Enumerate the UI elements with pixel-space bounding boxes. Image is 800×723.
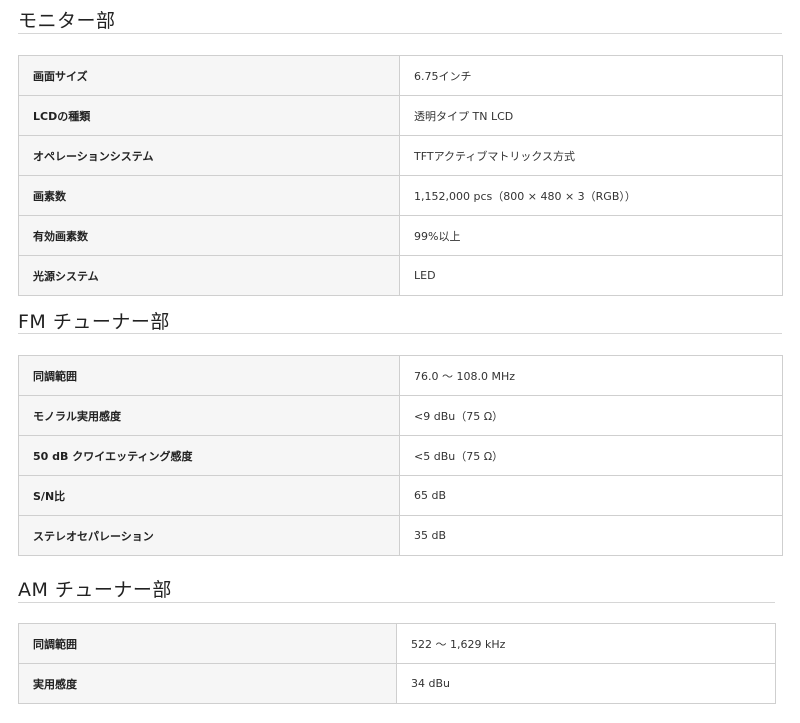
spec-label: 同調範囲 — [18, 623, 397, 664]
spec-label: LCDの種類 — [18, 95, 400, 136]
section-divider — [18, 333, 782, 334]
spec-value: <9 dBu（75 Ω） — [399, 395, 783, 436]
spec-label: 実用感度 — [18, 663, 397, 704]
spec-value: 35 dB — [399, 515, 783, 556]
spec-label: 画面サイズ — [18, 55, 400, 96]
spec-value: 65 dB — [399, 475, 783, 516]
table-row: モノラル実用感度 <9 dBu（75 Ω） — [18, 395, 783, 436]
spec-value: LED — [399, 255, 783, 296]
section-title-am-tuner: AM チューナー部 — [18, 579, 172, 601]
spec-label: 有効画素数 — [18, 215, 400, 256]
section-divider — [18, 33, 782, 34]
spec-table-monitor: 画面サイズ 6.75インチ LCDの種類 透明タイプ TN LCD オペレーショ… — [18, 55, 783, 296]
spec-value: 1,152,000 pcs（800 × 480 × 3（RGB）） — [399, 175, 783, 216]
spec-value: 6.75インチ — [399, 55, 783, 96]
table-row: 実用感度 34 dBu — [18, 663, 776, 704]
table-row: 同調範囲 76.0 〜 108.0 MHz — [18, 355, 783, 396]
spec-value: 透明タイプ TN LCD — [399, 95, 783, 136]
spec-table-fm-tuner: 同調範囲 76.0 〜 108.0 MHz モノラル実用感度 <9 dBu（75… — [18, 355, 783, 556]
spec-value: 34 dBu — [396, 663, 776, 704]
table-row: ステレオセパレーション 35 dB — [18, 515, 783, 556]
section-divider — [18, 602, 775, 603]
spec-label: モノラル実用感度 — [18, 395, 400, 436]
table-row: 画面サイズ 6.75インチ — [18, 55, 783, 96]
spec-label: S/N比 — [18, 475, 400, 516]
spec-value: 522 〜 1,629 kHz — [396, 623, 776, 664]
table-row: S/N比 65 dB — [18, 475, 783, 516]
spec-label: 50 dB クワイエッティング感度 — [18, 435, 400, 476]
spec-value: 99%以上 — [399, 215, 783, 256]
section-title-monitor: モニター部 — [18, 10, 116, 32]
spec-value: <5 dBu（75 Ω） — [399, 435, 783, 476]
table-row: 同調範囲 522 〜 1,629 kHz — [18, 623, 776, 664]
table-row: 50 dB クワイエッティング感度 <5 dBu（75 Ω） — [18, 435, 783, 476]
spec-label: 同調範囲 — [18, 355, 400, 396]
table-row: 画素数 1,152,000 pcs（800 × 480 × 3（RGB）） — [18, 175, 783, 216]
spec-table-am-tuner: 同調範囲 522 〜 1,629 kHz 実用感度 34 dBu — [18, 623, 776, 704]
spec-label: 画素数 — [18, 175, 400, 216]
spec-label: ステレオセパレーション — [18, 515, 400, 556]
table-row: LCDの種類 透明タイプ TN LCD — [18, 95, 783, 136]
spec-label: オペレーションシステム — [18, 135, 400, 176]
section-title-fm-tuner: FM チューナー部 — [18, 311, 170, 333]
table-row: 有効画素数 99%以上 — [18, 215, 783, 256]
spec-label: 光源システム — [18, 255, 400, 296]
table-row: 光源システム LED — [18, 255, 783, 296]
table-row: オペレーションシステム TFTアクティブマトリックス方式 — [18, 135, 783, 176]
spec-value: TFTアクティブマトリックス方式 — [399, 135, 783, 176]
spec-value: 76.0 〜 108.0 MHz — [399, 355, 783, 396]
